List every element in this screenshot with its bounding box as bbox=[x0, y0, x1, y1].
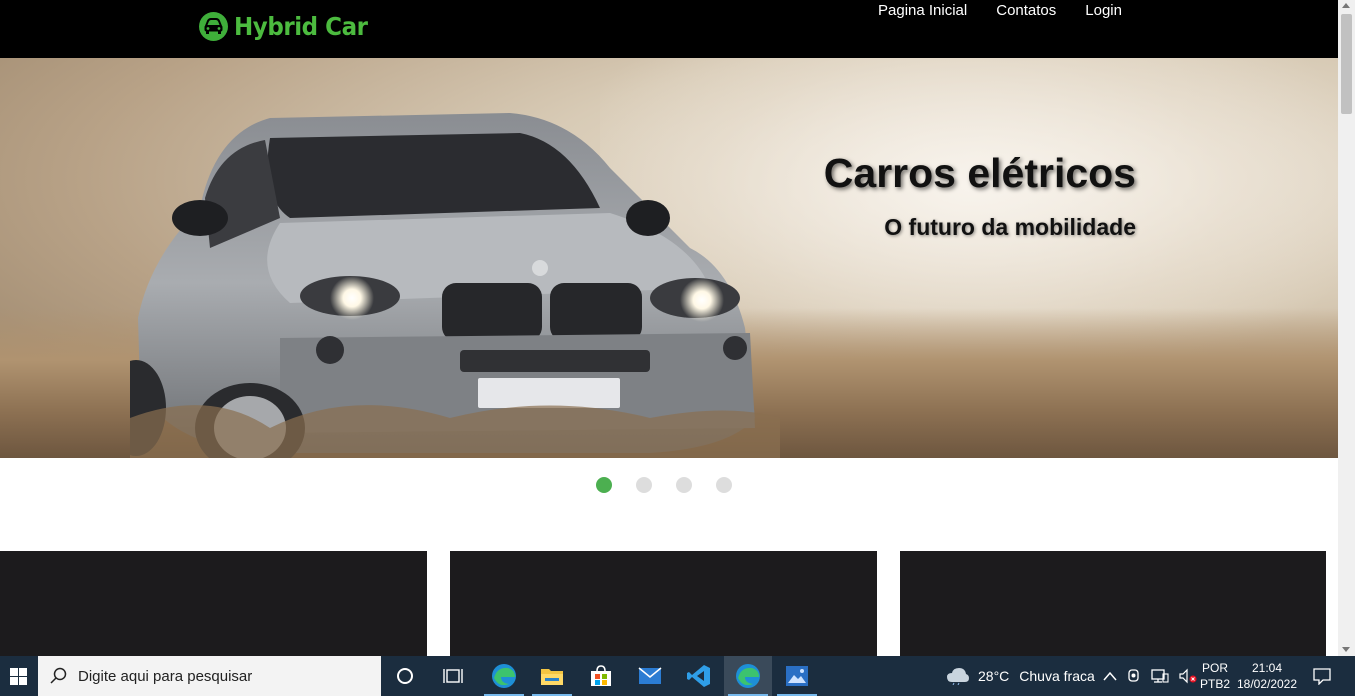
edge-active-icon[interactable] bbox=[724, 656, 772, 696]
weather-temp: 28°C bbox=[978, 668, 1010, 684]
task-view-icon[interactable] bbox=[429, 656, 477, 696]
weather-condition: Chuva fraca bbox=[1019, 668, 1095, 684]
language-line2: PTB2 bbox=[1200, 677, 1231, 691]
carousel-dot-4[interactable] bbox=[716, 477, 732, 493]
logo[interactable]: Hybrid Car bbox=[199, 12, 379, 41]
search-input[interactable] bbox=[78, 667, 368, 685]
nav-link-login[interactable]: Login bbox=[1085, 2, 1122, 19]
cortana-icon[interactable] bbox=[381, 656, 429, 696]
mail-icon[interactable] bbox=[626, 656, 674, 696]
start-button[interactable] bbox=[0, 656, 37, 696]
edge-icon[interactable] bbox=[480, 656, 528, 696]
site-header: Hybrid Car Pagina Inicial Contatos Login bbox=[0, 0, 1338, 58]
search-icon bbox=[50, 667, 67, 684]
scroll-thumb[interactable] bbox=[1341, 14, 1352, 114]
hero-slide: Carros elétricos O futuro da mobilidade bbox=[0, 58, 1338, 458]
chevron-up-icon[interactable] bbox=[1103, 671, 1117, 681]
clock-time: 21:04 bbox=[1251, 661, 1283, 675]
nav-link-home[interactable]: Pagina Inicial bbox=[878, 2, 967, 19]
nav-link-contacts[interactable]: Contatos bbox=[996, 2, 1056, 19]
windows-taskbar: 28°C Chuva fraca POR PTB2 21:04 18/02/20… bbox=[0, 656, 1355, 696]
carousel-dot-1[interactable] bbox=[596, 477, 612, 493]
windows-logo-icon bbox=[10, 667, 27, 685]
language-indicator[interactable]: POR PTB2 bbox=[1200, 656, 1230, 696]
vertical-scrollbar[interactable] bbox=[1338, 0, 1355, 656]
car-logo-icon bbox=[199, 12, 228, 41]
weather-cloud-icon bbox=[947, 668, 969, 685]
notifications-button[interactable] bbox=[1313, 656, 1331, 696]
scroll-up-arrow-icon[interactable] bbox=[1342, 3, 1350, 8]
system-tray bbox=[1103, 656, 1197, 696]
volume-muted-icon[interactable] bbox=[1179, 668, 1197, 684]
store-icon[interactable] bbox=[577, 656, 625, 696]
taskbar-search-box[interactable] bbox=[38, 656, 381, 696]
scroll-down-arrow-icon[interactable] bbox=[1342, 647, 1350, 652]
vscode-icon[interactable] bbox=[675, 656, 723, 696]
hero-title: Carros elétricos bbox=[823, 150, 1136, 196]
logo-text: Hybrid Car bbox=[234, 12, 368, 41]
main-nav: Pagina Inicial Contatos Login bbox=[878, 2, 1122, 19]
hero-subtitle: O futuro da mobilidade bbox=[884, 214, 1136, 240]
carousel-dot-3[interactable] bbox=[676, 477, 692, 493]
carousel-dot-2[interactable] bbox=[636, 477, 652, 493]
weather-widget[interactable]: 28°C Chuva fraca bbox=[946, 656, 1095, 696]
hero-car-image bbox=[130, 113, 780, 458]
network-icon[interactable] bbox=[1151, 668, 1169, 684]
notification-icon bbox=[1313, 668, 1331, 685]
clock[interactable]: 21:04 18/02/2022 bbox=[1236, 656, 1298, 696]
language-line1: POR bbox=[1202, 661, 1229, 675]
photos-icon[interactable] bbox=[773, 656, 821, 696]
browser-viewport: Hybrid Car Pagina Inicial Contatos Login bbox=[0, 0, 1338, 656]
carousel-indicators bbox=[596, 477, 732, 493]
feature-card-3[interactable] bbox=[900, 551, 1326, 656]
meet-now-icon[interactable] bbox=[1127, 668, 1141, 684]
feature-card-2[interactable] bbox=[450, 551, 877, 656]
file-explorer-icon[interactable] bbox=[528, 656, 576, 696]
feature-card-1[interactable] bbox=[0, 551, 427, 656]
clock-date: 18/02/2022 bbox=[1236, 677, 1298, 691]
